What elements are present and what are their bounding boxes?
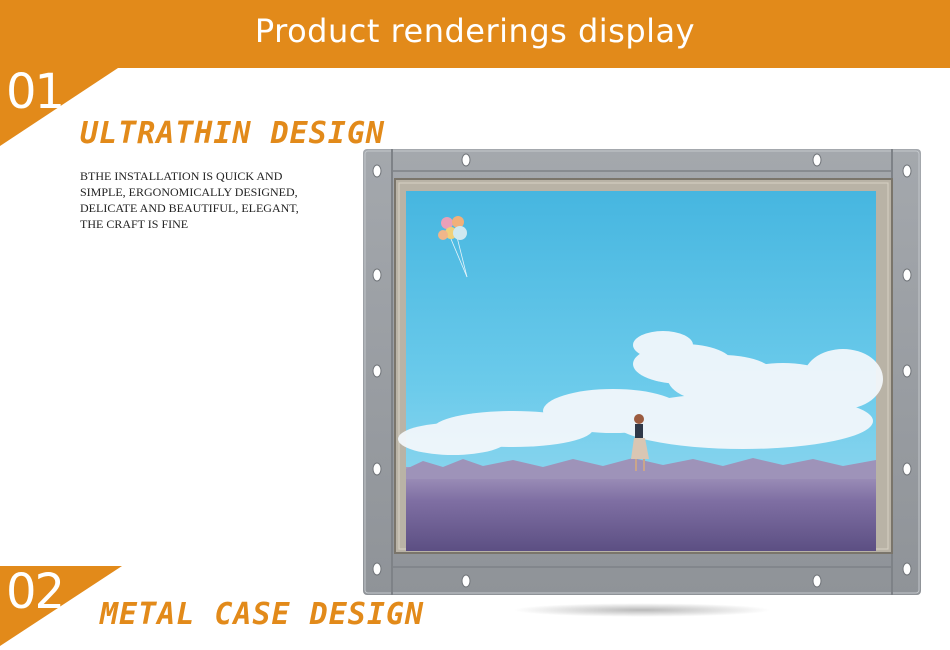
description-line: DELICATE AND BEAUTIFUL, ELEGANT,	[80, 201, 299, 215]
section-1-description: BTHE INSTALLATION IS QUICK AND SIMPLE, E…	[80, 168, 340, 232]
description-line: BTHE INSTALLATION IS QUICK AND	[80, 169, 283, 183]
section-2-heading: METAL CASE DESIGN	[100, 597, 425, 632]
page-title: Product renderings display	[254, 12, 696, 50]
header-banner: Product renderings display	[0, 0, 950, 68]
section-1-heading: ULTRATHIN DESIGN	[80, 116, 385, 151]
section-2-number: 02	[6, 564, 65, 620]
monitor-product-image	[363, 149, 921, 595]
description-line: THE CRAFT IS FINE	[80, 217, 189, 231]
section-1-number: 01	[6, 64, 65, 120]
description-line: SIMPLE, ERGONOMICALLY DESIGNED,	[80, 185, 298, 199]
screen-display	[398, 191, 883, 551]
monitor-shadow	[512, 603, 772, 617]
